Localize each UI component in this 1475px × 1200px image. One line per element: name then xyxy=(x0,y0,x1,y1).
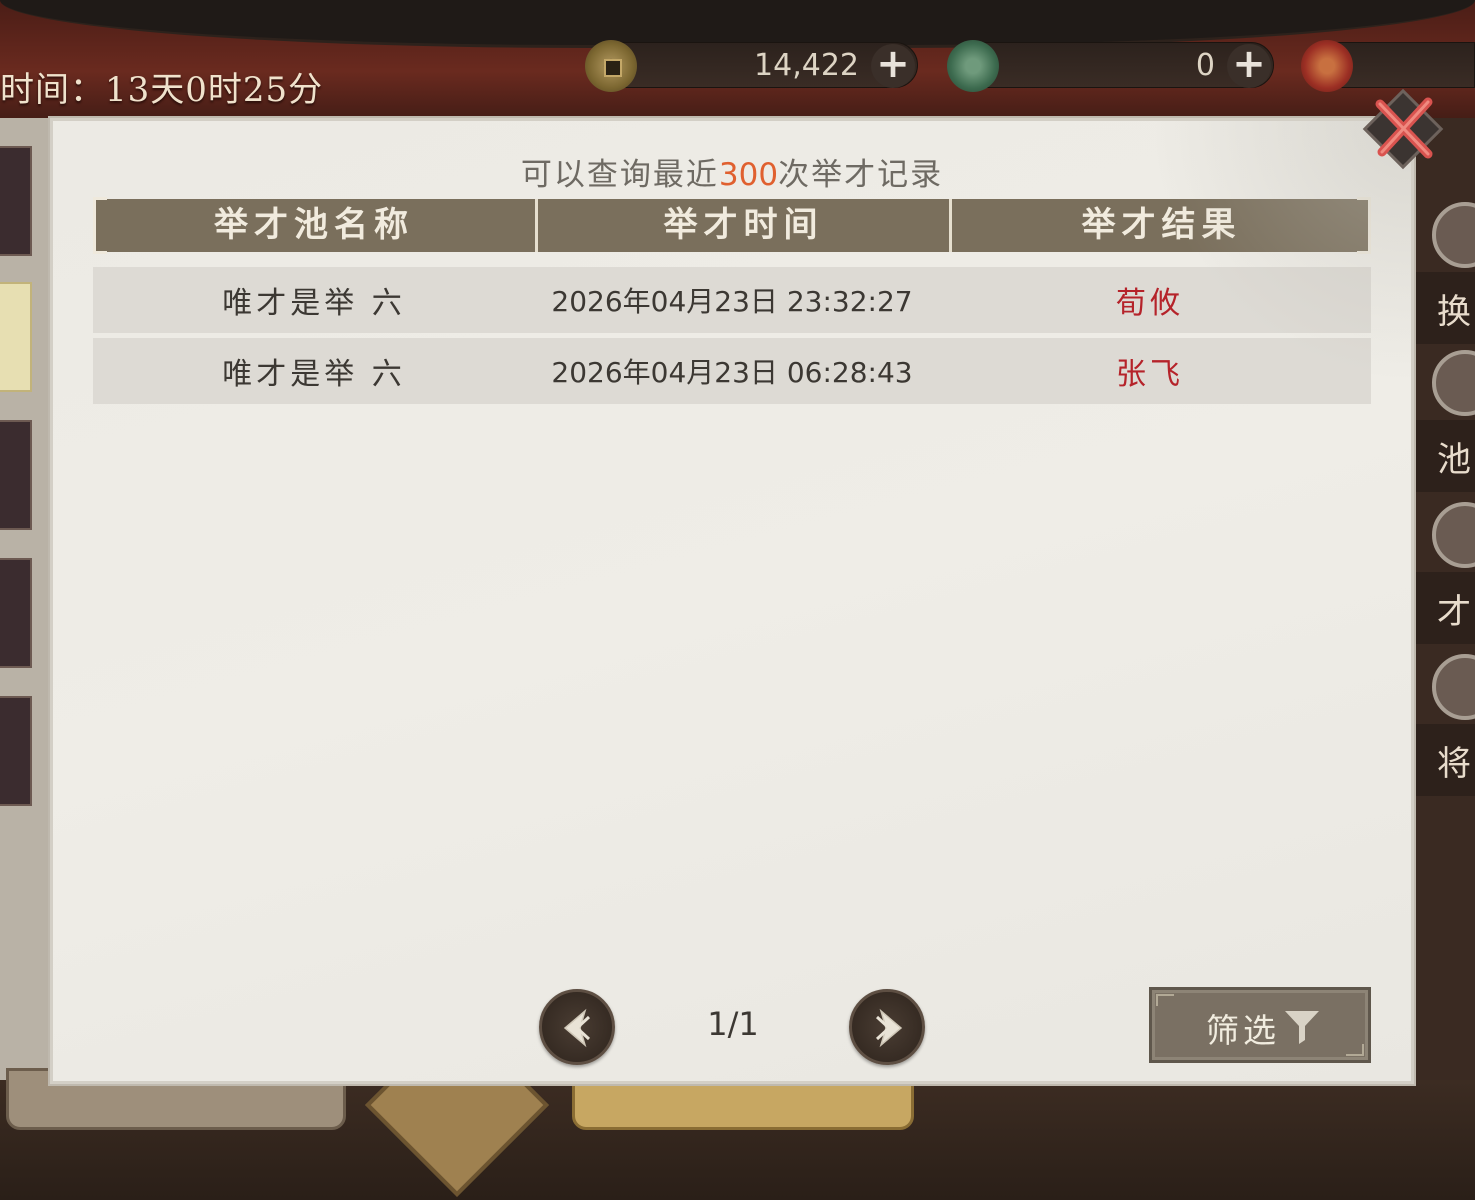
close-dialog-button[interactable] xyxy=(1362,88,1444,170)
seal-currency-bar xyxy=(1301,40,1475,92)
recruit-time-cell: 2026年04月23日 06:28:43 xyxy=(551,356,913,389)
right-menu-general[interactable]: 将 xyxy=(1412,654,1475,796)
corner-ornament xyxy=(1346,1044,1364,1056)
pool-name-cell: 唯才是举 六 xyxy=(222,357,406,392)
notice-prefix: 可以查询最近 xyxy=(520,157,719,193)
filter-button[interactable]: 筛选 xyxy=(1149,987,1371,1063)
table-row: 唯才是举 六 2026年04月23日 23:32:27 荀攸 xyxy=(93,267,1371,333)
record-limit-notice: 可以查询最近300次举才记录 xyxy=(53,149,1411,194)
left-card-3[interactable] xyxy=(0,420,32,530)
seal-token-icon xyxy=(1301,40,1353,92)
pool-name-cell: 唯才是举 六 xyxy=(222,286,406,321)
jade-currency-bar: 0 + xyxy=(947,40,1274,92)
right-menu-label: 换 xyxy=(1437,292,1471,332)
jade-amount: 0 xyxy=(1195,48,1215,83)
add-copper-button[interactable]: + xyxy=(871,44,915,88)
previous-page-button[interactable] xyxy=(539,989,615,1065)
copper-currency-bar: 14,422 + xyxy=(585,40,918,92)
arrow-left-icon xyxy=(563,1008,591,1048)
event-countdown: 时间：13天0时25分 xyxy=(0,70,324,110)
copper-amount: 14,422 xyxy=(754,48,859,83)
left-card-5[interactable] xyxy=(0,696,32,806)
right-menu-exchange[interactable]: 换 xyxy=(1412,202,1475,344)
left-card-2[interactable] xyxy=(0,282,32,392)
recruit-record-dialog: 可以查询最近300次举才记录 举才池名称 举才时间 举才结果 唯才是举 六 20… xyxy=(50,118,1414,1084)
column-header-pool: 举才池名称 xyxy=(214,205,414,245)
table-header: 举才池名称 举才时间 举才结果 xyxy=(93,197,1371,254)
right-menu-label: 池 xyxy=(1437,440,1471,480)
right-menu-pool[interactable]: 池 xyxy=(1412,350,1475,492)
header-bracket-right xyxy=(1357,197,1371,254)
jade-token-icon xyxy=(947,40,999,92)
funnel-icon xyxy=(1285,1011,1319,1044)
table-row: 唯才是举 六 2026年04月23日 06:28:43 张飞 xyxy=(93,338,1371,404)
recruit-result-cell: 张飞 xyxy=(1116,357,1184,392)
notice-count: 300 xyxy=(718,157,779,193)
right-menu-recruit[interactable]: 才 xyxy=(1412,502,1475,644)
column-header-time: 举才时间 xyxy=(535,199,949,252)
header-bracket-left xyxy=(93,197,107,254)
add-jade-button[interactable]: + xyxy=(1227,44,1271,88)
corner-ornament xyxy=(1156,994,1174,1006)
recruit-time-cell: 2026年04月23日 23:32:27 xyxy=(551,285,913,318)
notice-suffix: 次举才记录 xyxy=(778,157,944,193)
arrow-right-icon xyxy=(875,1008,903,1048)
right-menu-label: 才 xyxy=(1437,592,1471,632)
recruit-result-cell: 荀攸 xyxy=(1116,286,1184,321)
filter-label: 筛选 xyxy=(1206,1011,1280,1050)
left-card-1[interactable] xyxy=(0,146,32,256)
column-header-result: 举才结果 xyxy=(949,199,1371,252)
next-page-button[interactable] xyxy=(849,989,925,1065)
copper-coin-icon xyxy=(585,40,637,92)
page-indicator: 1/1 xyxy=(707,1005,759,1043)
right-menu-label: 将 xyxy=(1437,744,1471,784)
close-icon xyxy=(1362,88,1444,170)
left-card-4[interactable] xyxy=(0,558,32,668)
